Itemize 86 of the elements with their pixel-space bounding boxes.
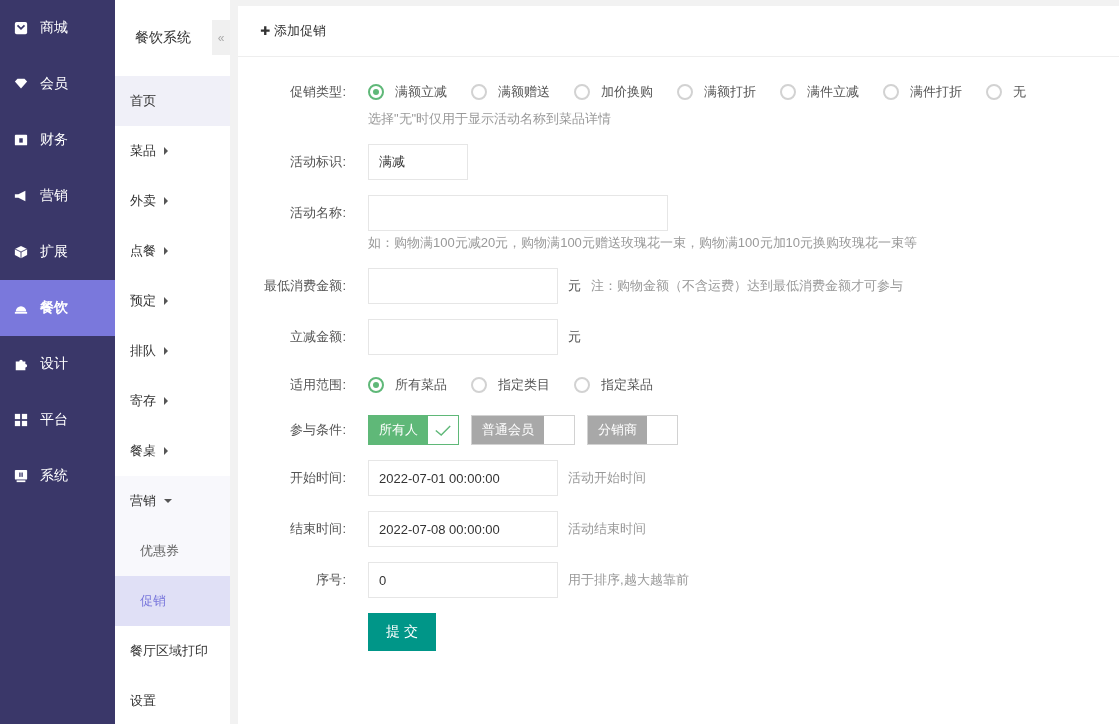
sub-nav-item[interactable]: 外卖 [115, 176, 230, 226]
caret-icon [164, 247, 168, 255]
main-nav-item[interactable]: 平台 [0, 392, 115, 448]
radio-button[interactable] [368, 84, 384, 100]
cashbox-icon [14, 133, 28, 147]
puzzle-icon [14, 357, 28, 371]
input-field[interactable]: 2022-07-01 00:00:00 [368, 460, 558, 496]
megaphone-icon [14, 189, 28, 203]
grid-icon [14, 413, 28, 427]
monitor-icon [14, 469, 28, 483]
main-nav-item[interactable]: 扩展 [0, 224, 115, 280]
sub-nav-item[interactable]: 营销 [115, 476, 230, 526]
field-note: 用于排序,越大越靠前 [568, 571, 689, 589]
cube-icon [14, 245, 28, 259]
field-hint: 选择"无"时仅用于显示活动名称到菜品详情 [368, 110, 613, 128]
caret-icon [164, 447, 168, 455]
plus-icon: ✚ [260, 24, 271, 38]
input-field[interactable]: 满减 [368, 144, 468, 180]
sub-nav-item[interactable]: 首页 [115, 76, 230, 126]
panel-title: 添加促销 [274, 22, 327, 40]
caret-icon [164, 147, 168, 155]
submit-button[interactable]: 提 交 [368, 613, 436, 651]
field-label: 立减金额: [289, 328, 347, 346]
radio-label: 指定类目 [498, 376, 550, 394]
radio-button[interactable] [471, 377, 487, 393]
radio-label: 无 [1013, 83, 1026, 101]
main-nav-item[interactable]: 餐饮 [0, 280, 115, 336]
caret-icon [164, 499, 172, 503]
sub-nav-item[interactable]: 餐厅区域打印 [115, 626, 230, 676]
radio-button[interactable] [677, 84, 693, 100]
main-nav-item[interactable]: 营销 [0, 168, 115, 224]
sub-nav-item[interactable]: 设置 [115, 676, 230, 724]
field-note: 活动开始时间 [568, 469, 646, 487]
field-label: 促销类型: [289, 83, 347, 101]
sub-nav-item[interactable]: 点餐 [115, 226, 230, 276]
sub-nav-item[interactable]: 寄存 [115, 376, 230, 426]
sub-nav-item[interactable]: 预定 [115, 276, 230, 326]
unit-label: 元 [568, 328, 581, 346]
radio-label: 满额打折 [704, 83, 756, 101]
main-nav-item[interactable]: 财务 [0, 112, 115, 168]
radio-label: 加价换购 [601, 83, 653, 101]
field-label: 最低消费金额: [263, 277, 347, 295]
radio-button[interactable] [574, 377, 590, 393]
radio-label: 满件打折 [910, 83, 962, 101]
field-note: 活动结束时间 [568, 520, 646, 538]
field-label: 序号: [315, 571, 347, 589]
field-note: 注：购物金额（不含运费）达到最低消费金额才可参与 [591, 277, 903, 295]
field-label: 参与条件: [289, 421, 347, 439]
unit-label: 元 [568, 277, 581, 295]
caret-icon [164, 297, 168, 305]
sub-nav-item[interactable]: 排队 [115, 326, 230, 376]
radio-button[interactable] [780, 84, 796, 100]
radio-label: 满额立减 [395, 83, 447, 101]
field-label: 活动名称: [289, 204, 347, 222]
sub-nav-item[interactable]: 优惠券 [115, 526, 230, 576]
input-field[interactable]: 0 [368, 562, 558, 598]
main-nav-item[interactable]: 设计 [0, 336, 115, 392]
gem-icon [14, 77, 28, 91]
radio-button[interactable] [471, 84, 487, 100]
caret-icon [164, 197, 168, 205]
radio-label: 所有菜品 [395, 376, 447, 394]
input-field[interactable] [368, 195, 668, 231]
main-nav-item[interactable]: 会员 [0, 56, 115, 112]
check-icon [434, 423, 452, 437]
input-field[interactable] [368, 268, 558, 304]
main-nav-item[interactable]: 商城 [0, 0, 115, 56]
sub-nav-item[interactable]: 餐桌 [115, 426, 230, 476]
radio-button[interactable] [883, 84, 899, 100]
radio-button[interactable] [368, 377, 384, 393]
field-label: 开始时间: [289, 469, 347, 487]
radio-button[interactable] [986, 84, 1002, 100]
caret-icon [164, 397, 168, 405]
radio-label: 满件立减 [807, 83, 859, 101]
field-label: 结束时间: [289, 520, 347, 538]
bag-icon [14, 21, 28, 35]
sub-nav-item[interactable]: 菜品 [115, 126, 230, 176]
input-field[interactable]: 2022-07-08 00:00:00 [368, 511, 558, 547]
main-nav-item[interactable]: 系统 [0, 448, 115, 504]
sub-nav-title: 餐饮系统 [134, 29, 191, 47]
input-field[interactable] [368, 319, 558, 355]
field-label: 适用范围: [289, 376, 347, 394]
radio-label: 指定菜品 [601, 376, 653, 394]
radio-label: 满额赠送 [498, 83, 550, 101]
radio-button[interactable] [574, 84, 590, 100]
field-label: 活动标识: [289, 153, 347, 171]
caret-icon [164, 347, 168, 355]
